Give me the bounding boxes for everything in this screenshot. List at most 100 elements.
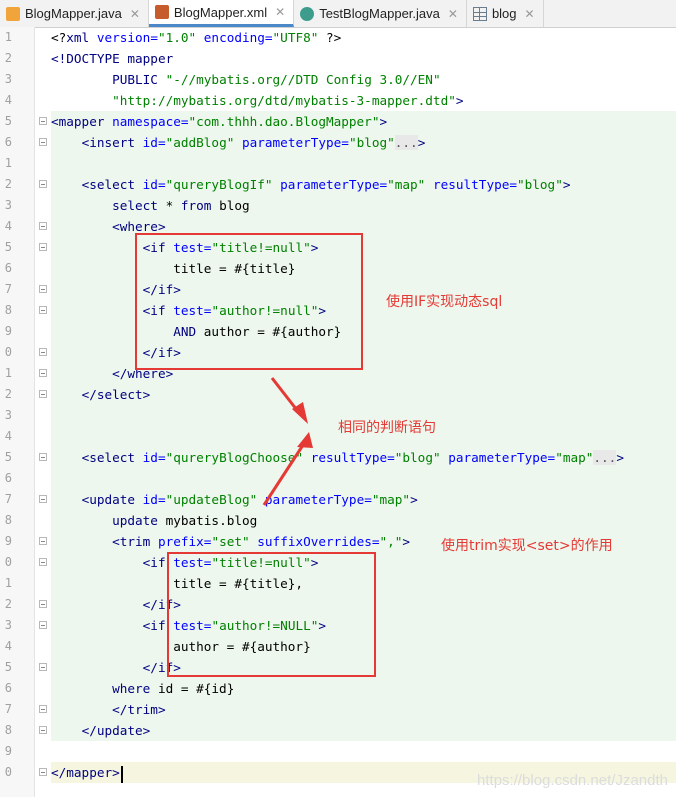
tab-blogmapper-xml[interactable]: BlogMapper.xml ✕ — [148, 0, 295, 27]
fold-toggle-icon[interactable] — [39, 222, 47, 230]
code-token: "com.thhh.dao.BlogMapper" — [188, 114, 380, 129]
tab-label: blog — [491, 6, 517, 21]
line-number: 1 — [4, 576, 12, 590]
trim-if-block-highlight — [167, 552, 376, 677]
code-token: <trim — [112, 534, 158, 549]
line-number: 5 — [4, 660, 12, 674]
fold-toggle-icon[interactable] — [39, 117, 47, 125]
line-number: 1 — [4, 30, 12, 44]
code-text: </update> — [51, 720, 151, 741]
fold-toggle-icon[interactable] — [39, 768, 47, 776]
line-number: 6 — [4, 261, 12, 275]
code-line[interactable]: 1 <?xml version="1.0" encoding="UTF8" ?> — [0, 27, 676, 48]
code-text: <trim prefix="set" suffixOverrides=","> — [51, 531, 410, 552]
code-text: PUBLIC "-//mybatis.org//DTD Config 3.0//… — [51, 69, 440, 90]
code-line[interactable]: 5 <select id="qureryBlogChoose" resultTy… — [0, 447, 676, 468]
fold-toggle-icon[interactable] — [39, 495, 47, 503]
close-icon[interactable]: ✕ — [448, 7, 458, 21]
fold-toggle-icon[interactable] — [39, 180, 47, 188]
code-token: PUBLIC — [112, 72, 166, 87]
code-token: <? — [51, 30, 67, 45]
fold-toggle-icon[interactable] — [39, 621, 47, 629]
code-token: > — [562, 177, 571, 192]
fold-toggle-icon[interactable] — [39, 390, 47, 398]
code-line[interactable]: 7 </trim> — [0, 699, 676, 720]
line-number: 1 — [4, 366, 12, 380]
fold-toggle-icon[interactable] — [39, 453, 47, 461]
code-token: <select — [81, 177, 143, 192]
code-text: </select> — [51, 384, 151, 405]
fold-toggle-icon[interactable] — [39, 558, 47, 566]
fold-toggle-icon[interactable] — [39, 285, 47, 293]
line-number: 2 — [4, 597, 12, 611]
scope-highlight — [51, 153, 676, 174]
line-number: 0 — [4, 345, 12, 359]
line-number: 7 — [4, 282, 12, 296]
line-number: 3 — [4, 618, 12, 632]
line-number: 8 — [4, 723, 12, 737]
line-number: 2 — [4, 387, 12, 401]
code-token: ?> — [326, 30, 342, 45]
code-token: "qureryBlogIf" — [165, 177, 281, 192]
code-token: "blog" — [517, 177, 563, 192]
code-line[interactable]: 3 PUBLIC "-//mybatis.org//DTD Config 3.0… — [0, 69, 676, 90]
line-number: 6 — [4, 681, 12, 695]
code-editor[interactable]: 1 <?xml version="1.0" encoding="UTF8" ?> 2… — [0, 27, 676, 797]
code-line[interactable]: 2 <!DOCTYPE mapper — [0, 48, 676, 69]
code-token: "blog" — [394, 450, 449, 465]
code-text: select * from blog — [51, 195, 250, 216]
tab-blogmapper-java[interactable]: BlogMapper.java ✕ — [0, 0, 149, 27]
code-line[interactable]: 8 </update> — [0, 720, 676, 741]
code-line[interactable]: 8 update mybatis.blog — [0, 510, 676, 531]
fold-toggle-icon[interactable] — [39, 537, 47, 545]
code-token: "qureryBlogChoose" — [165, 450, 311, 465]
fold-toggle-icon[interactable] — [39, 726, 47, 734]
close-icon[interactable]: ✕ — [275, 5, 285, 19]
code-line[interactable]: 1 — [0, 153, 676, 174]
code-token: namespace= — [112, 114, 189, 129]
code-text: </if> — [51, 657, 181, 678]
line-number: 9 — [4, 534, 12, 548]
code-token: <!DOCTYPE mapper — [51, 51, 174, 66]
code-token: where — [112, 681, 158, 696]
code-token: > — [402, 534, 411, 549]
fold-toggle-icon[interactable] — [39, 306, 47, 314]
code-line[interactable]: 6 where id = #{id} — [0, 678, 676, 699]
code-line[interactable]: 2 <select id="qureryBlogIf" parameterTyp… — [0, 174, 676, 195]
code-line[interactable]: 6 <insert id="addBlog" parameterType="bl… — [0, 132, 676, 153]
code-token: "addBlog" — [165, 135, 242, 150]
code-token: <update — [81, 492, 143, 507]
code-token: "UTF8" — [272, 30, 327, 45]
line-number: 3 — [4, 408, 12, 422]
fold-toggle-icon[interactable] — [39, 705, 47, 713]
tab-testblogmapper-java[interactable]: TestBlogMapper.java ✕ — [294, 0, 467, 27]
code-line[interactable]: 5 <mapper namespace="com.thhh.dao.BlogMap… — [0, 111, 676, 132]
code-line[interactable]: 2 </select> — [0, 384, 676, 405]
line-number: 8 — [4, 513, 12, 527]
code-line[interactable]: 4 "http://mybatis.org/dtd/mybatis-3-mapp… — [0, 90, 676, 111]
code-line[interactable]: 3 select * from blog — [0, 195, 676, 216]
fold-toggle-icon[interactable] — [39, 369, 47, 377]
fold-toggle-icon[interactable] — [39, 138, 47, 146]
tab-blog-table[interactable]: blog ✕ — [467, 0, 544, 27]
code-text: <mapper namespace="com.thhh.dao.BlogMapp… — [51, 111, 387, 132]
code-line[interactable]: 6 — [0, 468, 676, 489]
close-icon[interactable]: ✕ — [525, 7, 535, 21]
fold-toggle-icon[interactable] — [39, 663, 47, 671]
line-number: 6 — [4, 135, 12, 149]
fold-toggle-icon[interactable] — [39, 600, 47, 608]
code-token: from — [180, 198, 220, 213]
java-class-icon — [6, 6, 20, 21]
code-token: update — [112, 513, 166, 528]
line-number: 9 — [4, 744, 12, 758]
if-block-highlight — [135, 233, 363, 370]
code-line[interactable]: 9 — [0, 741, 676, 762]
code-line[interactable]: 7 <update id="updateBlog" parameterType=… — [0, 489, 676, 510]
fold-toggle-icon[interactable] — [39, 348, 47, 356]
fold-toggle-icon[interactable] — [39, 243, 47, 251]
close-icon[interactable]: ✕ — [130, 7, 140, 21]
